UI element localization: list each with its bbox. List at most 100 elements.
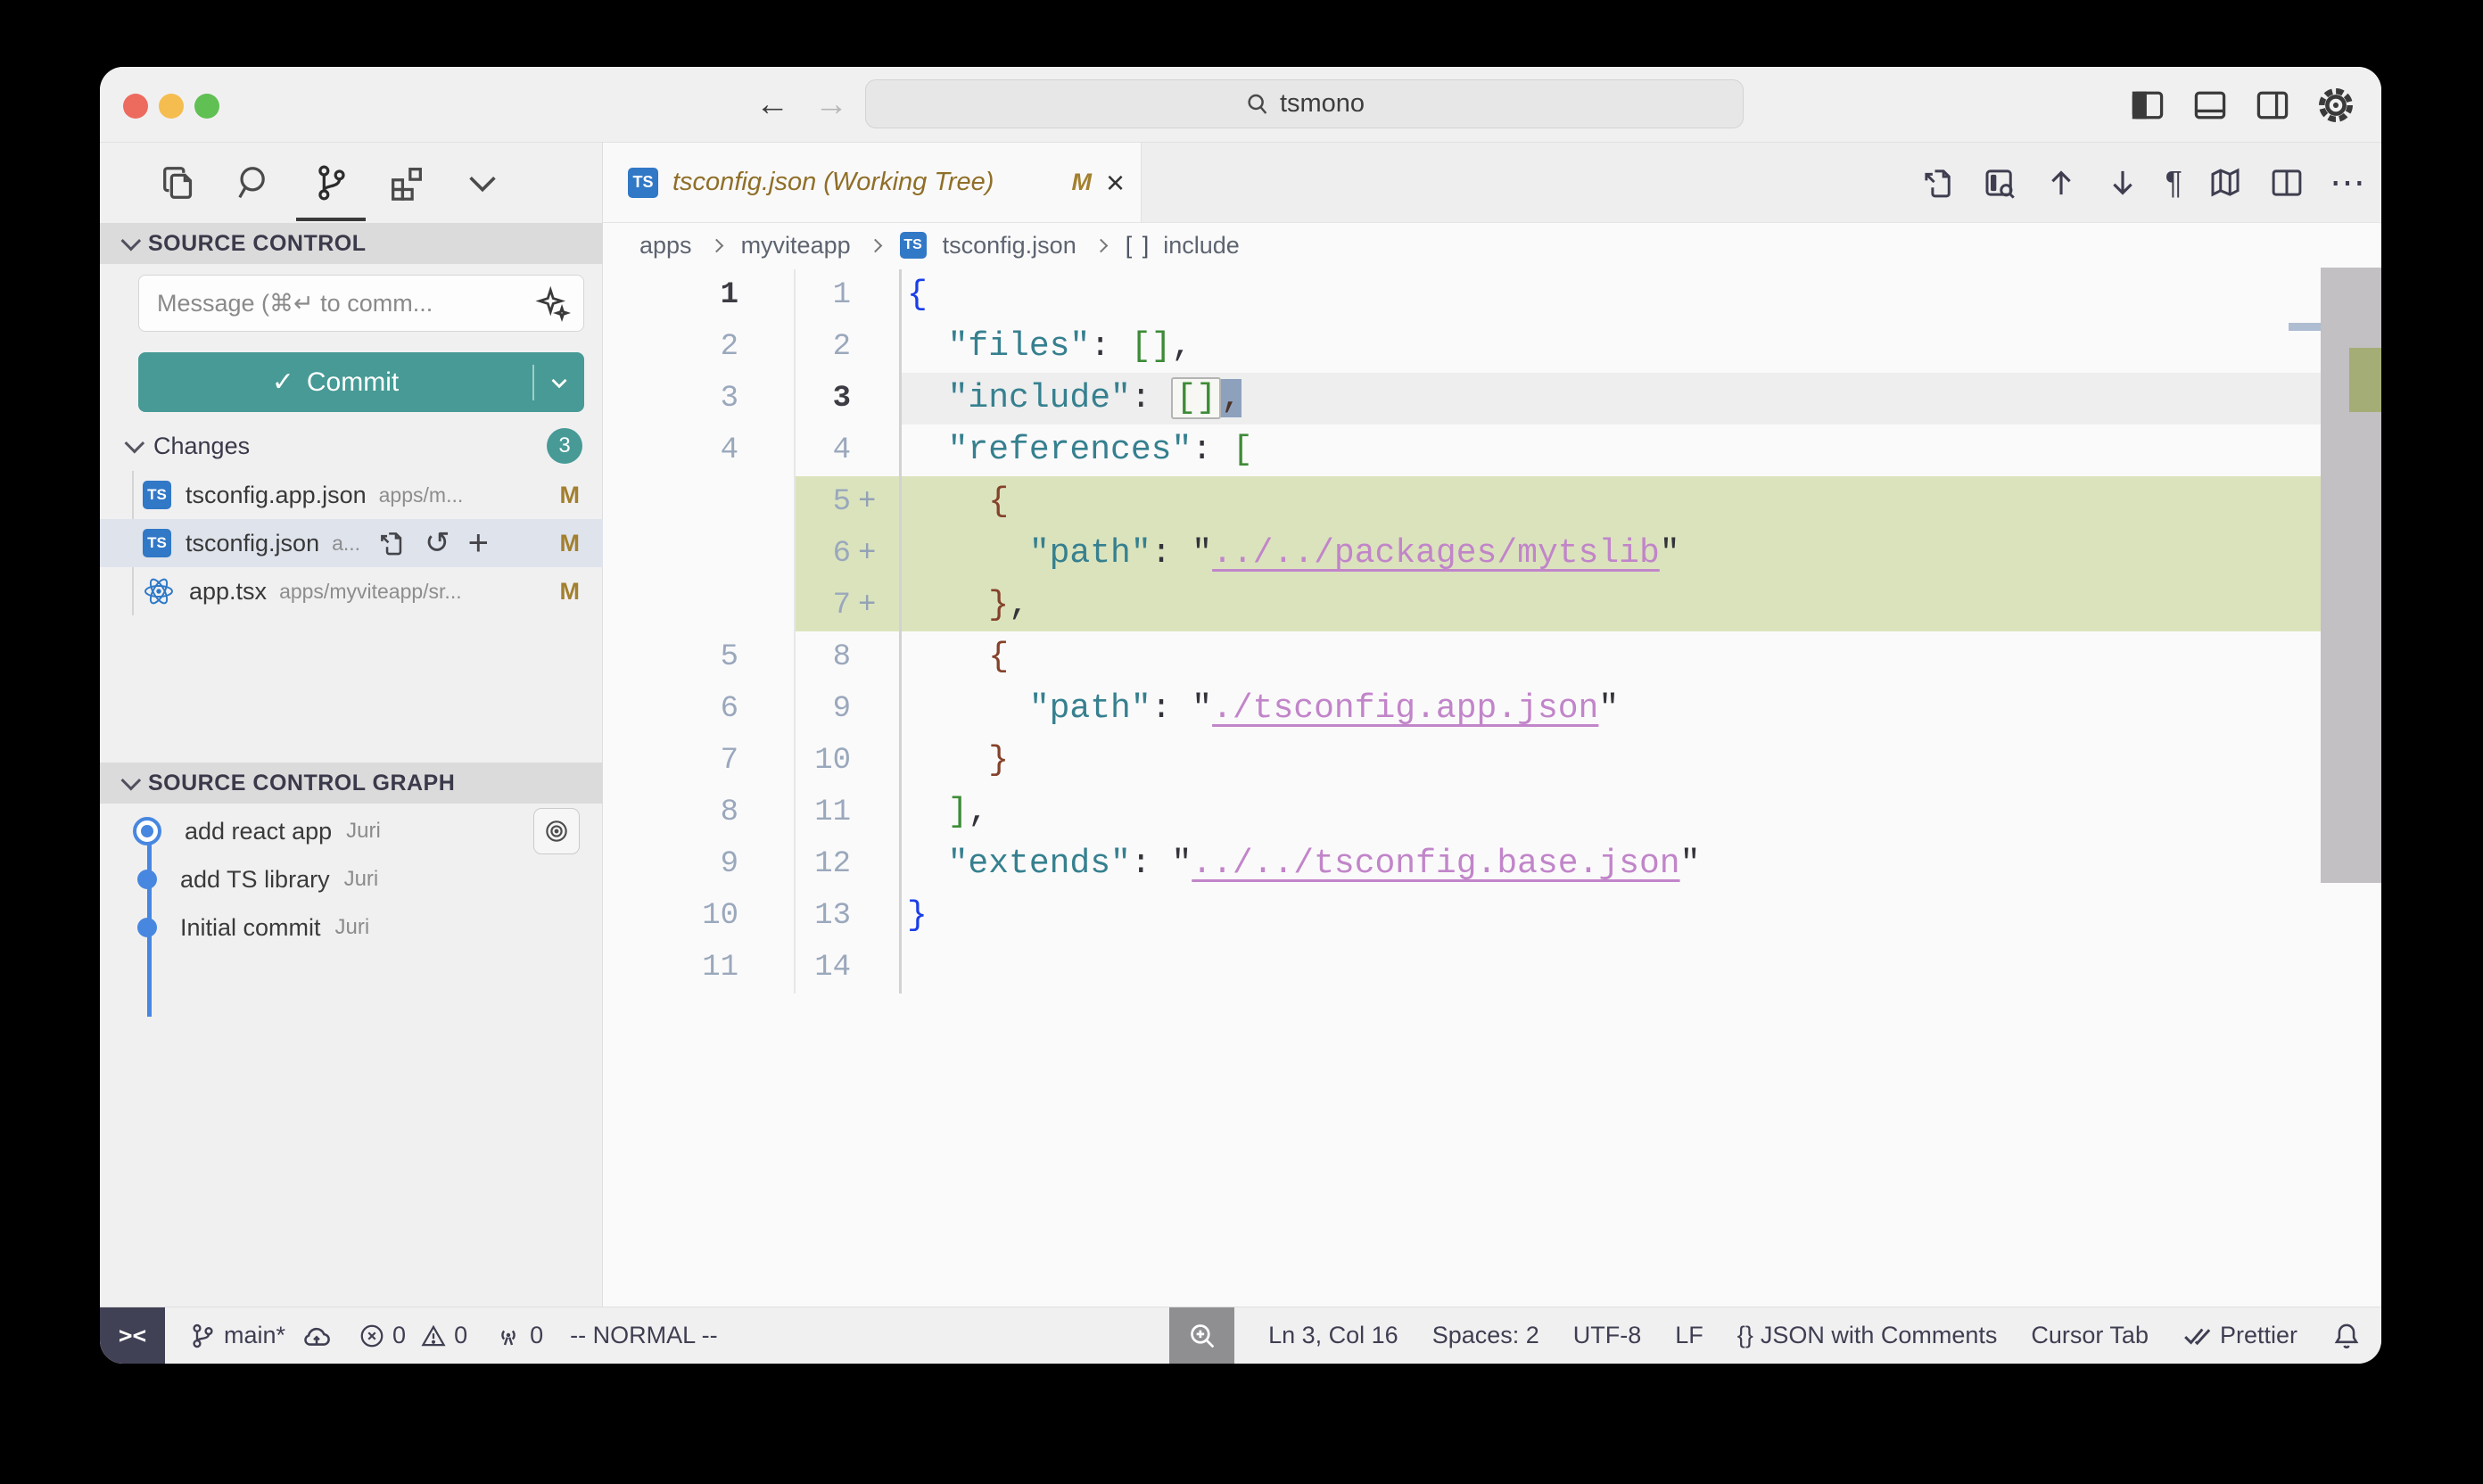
branch-indicator[interactable]: main* [188, 1321, 332, 1351]
changes-section-header[interactable]: Changes 3 [100, 425, 603, 466]
map-icon[interactable] [2207, 164, 2244, 202]
encoding-indicator[interactable]: UTF-8 [1573, 1322, 1642, 1349]
toggle-secondary-sidebar-icon[interactable] [2253, 86, 2292, 125]
source-control-header[interactable]: SOURCE CONTROL [100, 223, 603, 264]
code-token: [] [1131, 327, 1172, 366]
vim-mode-indicator[interactable]: -- NORMAL -- [570, 1322, 717, 1349]
source-control-icon[interactable] [310, 143, 351, 223]
code-line[interactable]: 1013} [603, 890, 2381, 942]
commit-button[interactable]: ✓ Commit [138, 352, 584, 412]
encoding: UTF-8 [1573, 1322, 1642, 1349]
cursor-position-indicator[interactable]: Ln 3, Col 16 [1268, 1322, 1398, 1349]
extensions-icon[interactable] [386, 143, 427, 223]
code-token: } [988, 586, 1009, 624]
code-line[interactable]: 710 } [603, 735, 2381, 787]
maximize-window-button[interactable] [194, 94, 219, 119]
back-icon[interactable]: ← [755, 86, 789, 124]
editor-scrollbar[interactable] [2321, 268, 2381, 883]
minimize-window-button[interactable] [159, 94, 184, 119]
settings-gear-icon[interactable] [2315, 85, 2356, 126]
explorer-icon[interactable] [159, 143, 200, 223]
close-window-button[interactable] [123, 94, 148, 119]
discard-changes-icon[interactable]: ↺ [425, 528, 450, 558]
code-token: "extends" [948, 845, 1131, 883]
vim-block-cursor: , [1221, 379, 1242, 417]
code-line[interactable]: 22 "files": [], [603, 321, 2381, 373]
chevron-right-icon [709, 238, 723, 252]
breadcrumb-item-tsconfig-json[interactable]: tsconfig.json [943, 232, 1077, 260]
close-tab-icon[interactable]: × [1106, 167, 1125, 199]
whitespace-toggle-icon[interactable]: ¶ [2165, 164, 2182, 202]
bell-icon[interactable] [2331, 1321, 2362, 1351]
modified-badge: M [560, 530, 581, 557]
old-line-number [603, 580, 796, 631]
file-row-tsconfig-json[interactable]: TS tsconfig.json a... ↺ + M [100, 519, 603, 567]
code-token: [] [1171, 377, 1221, 419]
breadcrumb-item-apps[interactable]: apps [639, 232, 692, 260]
open-file-action-icon[interactable] [376, 528, 407, 558]
commit-label: Commit [307, 367, 399, 398]
new-line-number: 11 [796, 787, 851, 838]
toggle-primary-sidebar-icon[interactable] [2128, 86, 2167, 125]
commit-row-add-react-app[interactable]: add react app Juri [100, 807, 603, 855]
search-sidebar-icon[interactable] [235, 143, 276, 223]
activity-bar [100, 143, 602, 223]
inline-view-icon[interactable] [1981, 164, 2018, 202]
file-name: tsconfig.json [186, 530, 319, 557]
code-line[interactable]: 69 "path": "./tsconfig.app.json" [603, 683, 2381, 735]
old-line-number: 7 [603, 735, 796, 787]
code-token [907, 534, 1029, 573]
forward-icon[interactable]: → [814, 86, 848, 124]
code-line[interactable]: 33 "include": [], [603, 373, 2381, 425]
breadcrumb-item-myviteapp[interactable]: myviteapp [741, 232, 851, 260]
problems-indicator[interactable]: 0 0 [359, 1322, 467, 1349]
commit-row-initial-commit[interactable]: Initial commit Juri [100, 903, 603, 952]
code-line[interactable]: 58 { [603, 631, 2381, 683]
next-change-icon[interactable] [2104, 164, 2141, 202]
code-text: } [899, 890, 2381, 942]
formatter-indicator[interactable]: Prettier [2182, 1321, 2297, 1351]
main-area: SOURCE CONTROL ✓ Commit Changes 3 [100, 143, 2381, 1307]
code-token: } [988, 741, 1009, 779]
source-control-graph-header[interactable]: SOURCE CONTROL GRAPH [100, 763, 603, 804]
target-icon [542, 817, 571, 845]
toggle-panel-icon[interactable] [2190, 86, 2230, 125]
code-line[interactable]: 6+ "path": "../../packages/mytslib" [603, 528, 2381, 580]
ports-indicator[interactable]: 0 [494, 1322, 543, 1350]
checkout-target-button[interactable] [533, 808, 580, 854]
cursor-position: Ln 3, Col 16 [1268, 1322, 1398, 1349]
commit-message-input[interactable] [138, 275, 584, 332]
tab-mode-indicator[interactable]: Cursor Tab [2031, 1322, 2149, 1349]
remote-indicator[interactable]: >< [100, 1307, 165, 1364]
sparkle-ai-icon[interactable] [533, 285, 571, 327]
error-count: 0 [392, 1322, 406, 1349]
commit-dropdown-button[interactable] [534, 369, 584, 396]
code-line[interactable]: 5+ { [603, 476, 2381, 528]
more-actions-icon[interactable]: ⋯ [2330, 162, 2367, 203]
commit-row-add-ts-library[interactable]: add TS library Juri [100, 855, 603, 903]
code-token: ./tsconfig.app.json [1212, 689, 1598, 728]
more-views-chevron-icon[interactable] [462, 143, 503, 223]
zoom-indicator[interactable] [1169, 1307, 1234, 1364]
eol-indicator[interactable]: LF [1675, 1322, 1703, 1349]
tab-tsconfig-json-working-tree[interactable]: TS tsconfig.json (Working Tree) M × [603, 143, 1142, 222]
split-editor-icon[interactable] [2268, 164, 2306, 202]
stage-changes-icon[interactable]: + [468, 525, 489, 561]
tab-mode: Cursor Tab [2031, 1322, 2149, 1349]
code-line[interactable]: 811 ], [603, 787, 2381, 838]
open-file-icon[interactable] [1919, 164, 1957, 202]
diff-editor[interactable]: 11{22 "files": [],33 "include": [],44 "r… [603, 268, 2381, 1307]
breadcrumb-item-include[interactable]: include [1163, 232, 1240, 260]
file-row-app-tsx[interactable]: app.tsx apps/myviteapp/sr... M [100, 567, 603, 615]
file-row-tsconfig-app-json[interactable]: TS tsconfig.app.json apps/m... M [100, 471, 603, 519]
code-token [907, 327, 948, 366]
code-line[interactable]: 11{ [603, 269, 2381, 321]
code-line[interactable]: 1114 [603, 942, 2381, 993]
code-line[interactable]: 7+ }, [603, 580, 2381, 631]
code-line[interactable]: 44 "references": [ [603, 425, 2381, 476]
language-mode-indicator[interactable]: {} JSON with Comments [1737, 1322, 1998, 1349]
code-line[interactable]: 912 "extends": "../../tsconfig.base.json… [603, 838, 2381, 890]
previous-change-icon[interactable] [2042, 164, 2080, 202]
command-center-search[interactable]: tsmono [865, 79, 1744, 128]
indentation-indicator[interactable]: Spaces: 2 [1432, 1322, 1539, 1349]
